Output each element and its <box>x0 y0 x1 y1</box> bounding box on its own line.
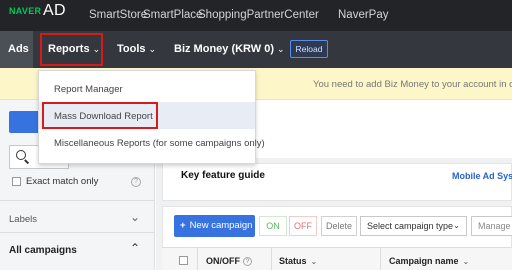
brand-ad: AD <box>43 2 66 19</box>
plus-icon: + <box>180 220 186 231</box>
campaign-type-select-value: Select campaign type <box>367 221 454 231</box>
column-header-status-label: Status <box>279 256 307 266</box>
nav-ads[interactable]: Ads <box>0 31 33 68</box>
column-header-campaign-name[interactable]: Campaign name ⌄ <box>389 256 469 266</box>
nav-tools-label: Tools <box>117 43 146 55</box>
help-icon[interactable]: ? <box>131 177 141 187</box>
on-button[interactable]: ON <box>259 216 287 236</box>
help-icon[interactable]: ? <box>243 257 252 267</box>
chevron-down-icon: ⌄ <box>310 257 318 266</box>
select-all-checkbox[interactable] <box>179 256 188 265</box>
search-icon <box>16 150 26 160</box>
sidebar-item-labels[interactable]: Labels <box>9 214 37 225</box>
chevron-down-icon[interactable]: ⌄ <box>130 210 140 224</box>
column-header-status[interactable]: Status ⌄ <box>279 256 317 266</box>
chevron-up-icon[interactable]: ⌃ <box>130 241 140 255</box>
menu-item-miscellaneous-reports[interactable]: Miscellaneous Reports (for some campaign… <box>54 138 265 149</box>
nav-ads-label: Ads <box>8 43 29 55</box>
naver-ad-logo[interactable]: NAVER AD <box>9 2 66 19</box>
delete-button[interactable]: Delete <box>321 216 357 236</box>
nav-biz-money-label: Biz Money (KRW 0) <box>174 43 275 55</box>
menu-item-report-manager[interactable]: Report Manager <box>54 84 123 95</box>
link-naverpay[interactable]: NaverPay <box>338 9 389 21</box>
column-header-onoff-label: ON/OFF <box>206 256 240 266</box>
column-header-onoff[interactable]: ON/OFF? <box>206 256 252 267</box>
chevron-down-icon: ⌄ <box>148 44 157 54</box>
chevron-down-icon: ⌄ <box>277 44 285 54</box>
new-campaign-button[interactable]: + New campaign <box>174 215 255 237</box>
mobile-ad-system-link[interactable]: Mobile Ad Syst <box>452 171 512 181</box>
brand-naver: NAVER <box>9 6 42 16</box>
nav-biz-money[interactable]: Biz Money (KRW 0) ⌄ <box>174 43 285 55</box>
nav-tools[interactable]: Tools ⌄ <box>117 43 156 55</box>
column-separator <box>271 248 272 270</box>
new-campaign-label: New campaign <box>189 220 253 231</box>
link-smartstore[interactable]: SmartStore <box>89 9 147 21</box>
key-feature-guide-title: Key feature guide <box>181 170 265 181</box>
column-header-campaign-name-label: Campaign name <box>389 256 459 266</box>
notice-text: You need to add Biz Money to your accoun… <box>313 79 512 90</box>
manage-button[interactable]: Manage s <box>471 216 512 236</box>
mass-download-highlight-box <box>42 102 158 129</box>
column-separator <box>380 248 381 270</box>
chevron-down-icon: ⌄ <box>462 257 470 266</box>
link-smartplace[interactable]: SmartPlace <box>143 9 202 21</box>
divider <box>0 200 155 201</box>
exact-match-label: Exact match only <box>26 176 99 187</box>
chevron-down-icon: ⌄ <box>453 221 460 230</box>
link-shoppingpartnercenter[interactable]: ShoppingPartnerCenter <box>198 9 319 21</box>
campaign-type-select[interactable]: Select campaign type ⌄ <box>360 216 467 236</box>
divider <box>0 232 155 233</box>
key-feature-guide-panel <box>162 163 512 201</box>
off-button[interactable]: OFF <box>289 216 317 236</box>
reports-highlight-box <box>40 33 103 66</box>
reload-button[interactable]: Reload <box>290 40 328 58</box>
top-bar: NAVER AD SmartStore SmartPlace ShoppingP… <box>0 0 512 31</box>
exact-match-checkbox[interactable] <box>12 177 21 186</box>
column-separator <box>197 248 198 270</box>
sidebar-item-all-campaigns[interactable]: All campaigns <box>9 245 77 256</box>
